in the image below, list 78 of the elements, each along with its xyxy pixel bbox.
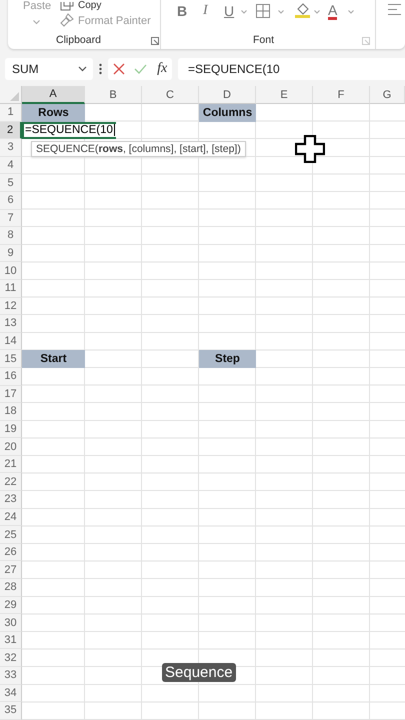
row-number[interactable]: 28 <box>0 579 22 597</box>
row-number[interactable]: 21 <box>0 456 22 474</box>
row-number[interactable]: 29 <box>0 596 22 614</box>
column-header[interactable]: D <box>199 86 256 104</box>
row-number[interactable]: 11 <box>0 280 22 298</box>
name-box[interactable]: SUM <box>5 58 93 80</box>
row-number[interactable]: 19 <box>0 420 22 438</box>
header-cell: Step <box>199 350 256 368</box>
row-number[interactable]: 12 <box>0 298 22 316</box>
header-cell: Start <box>22 350 85 368</box>
paste-label[interactable]: Paste <box>23 0 52 12</box>
cursor-icon <box>295 135 325 164</box>
row-number[interactable]: 15 <box>0 350 22 368</box>
row-number[interactable]: 31 <box>0 632 22 650</box>
caret-icon <box>241 10 247 14</box>
caret-icon <box>78 66 87 72</box>
row-number[interactable]: 1 <box>0 104 22 122</box>
row-number[interactable]: 16 <box>0 368 22 386</box>
caret-icon <box>33 20 40 25</box>
caret-icon <box>278 10 284 14</box>
brush-icon <box>60 13 74 27</box>
header-cell: Rows <box>22 104 85 122</box>
column-header[interactable]: C <box>142 86 199 104</box>
caret-icon <box>314 10 320 14</box>
formula-field[interactable]: =SEQUENCE(10 <box>178 58 405 80</box>
dialog-launcher-icon[interactable] <box>151 37 159 45</box>
bold-button[interactable]: B <box>177 3 188 19</box>
row-number[interactable]: 35 <box>0 702 22 720</box>
row-number[interactable]: 27 <box>0 561 22 580</box>
align-icon[interactable] <box>388 4 401 15</box>
row-number[interactable]: 34 <box>0 684 22 702</box>
more-icon[interactable] <box>99 63 102 75</box>
row-number[interactable]: 13 <box>0 315 22 333</box>
column-header[interactable]: G <box>370 86 405 104</box>
row-number[interactable]: 9 <box>0 244 22 262</box>
italic-button[interactable]: I <box>203 3 208 19</box>
group-label: Font <box>253 34 274 46</box>
cancel-icon[interactable] <box>112 63 125 75</box>
row-number[interactable]: 18 <box>0 403 22 421</box>
borders-icon[interactable] <box>256 4 270 18</box>
insert-function-button[interactable]: fx <box>157 61 168 77</box>
header-cell: Columns <box>199 104 256 122</box>
format-painter-label[interactable]: Format Painter <box>78 15 151 27</box>
row-number[interactable]: 5 <box>0 174 22 192</box>
row-number[interactable]: 10 <box>0 262 22 280</box>
cell-editor[interactable]: =SEQUENCE(10 <box>22 122 116 140</box>
row-number[interactable]: 14 <box>0 332 22 350</box>
column-header[interactable]: F <box>313 86 370 104</box>
row-number[interactable]: 26 <box>0 544 22 562</box>
group-label: Clipboard <box>56 34 101 46</box>
underline-button[interactable]: U <box>224 3 234 19</box>
fill-bucket-icon[interactable] <box>295 2 310 18</box>
row-number[interactable]: 32 <box>0 649 22 667</box>
copy-icon <box>60 1 74 11</box>
column-header[interactable]: E <box>256 86 313 104</box>
row-number[interactable]: 23 <box>0 491 22 509</box>
column-header[interactable]: A <box>22 86 85 104</box>
row-number[interactable]: 7 <box>0 210 22 228</box>
column-header[interactable]: B <box>85 86 142 104</box>
row-number[interactable]: 4 <box>0 156 22 174</box>
row-number[interactable]: 17 <box>0 386 22 404</box>
triangle-icon <box>10 92 19 101</box>
check-icon[interactable] <box>134 64 148 74</box>
row-number[interactable]: 3 <box>0 139 22 157</box>
function-tooltip: SEQUENCE(rows, [columns], [start], [step]) <box>31 141 246 158</box>
row-number[interactable]: 6 <box>0 192 22 210</box>
copy-label[interactable]: Copy <box>78 0 102 11</box>
font-color-button[interactable]: A <box>328 3 338 20</box>
row-number[interactable]: 33 <box>0 667 22 685</box>
row-number[interactable]: 2 <box>0 122 22 140</box>
row-number[interactable]: 25 <box>0 526 22 544</box>
caret-icon <box>348 10 354 14</box>
caption: Sequence <box>162 663 236 682</box>
row-number[interactable]: 22 <box>0 473 22 492</box>
row-number[interactable]: 8 <box>0 227 22 245</box>
row-number[interactable]: 30 <box>0 614 22 632</box>
row-number[interactable]: 24 <box>0 508 22 526</box>
row-number[interactable]: 20 <box>0 438 22 456</box>
